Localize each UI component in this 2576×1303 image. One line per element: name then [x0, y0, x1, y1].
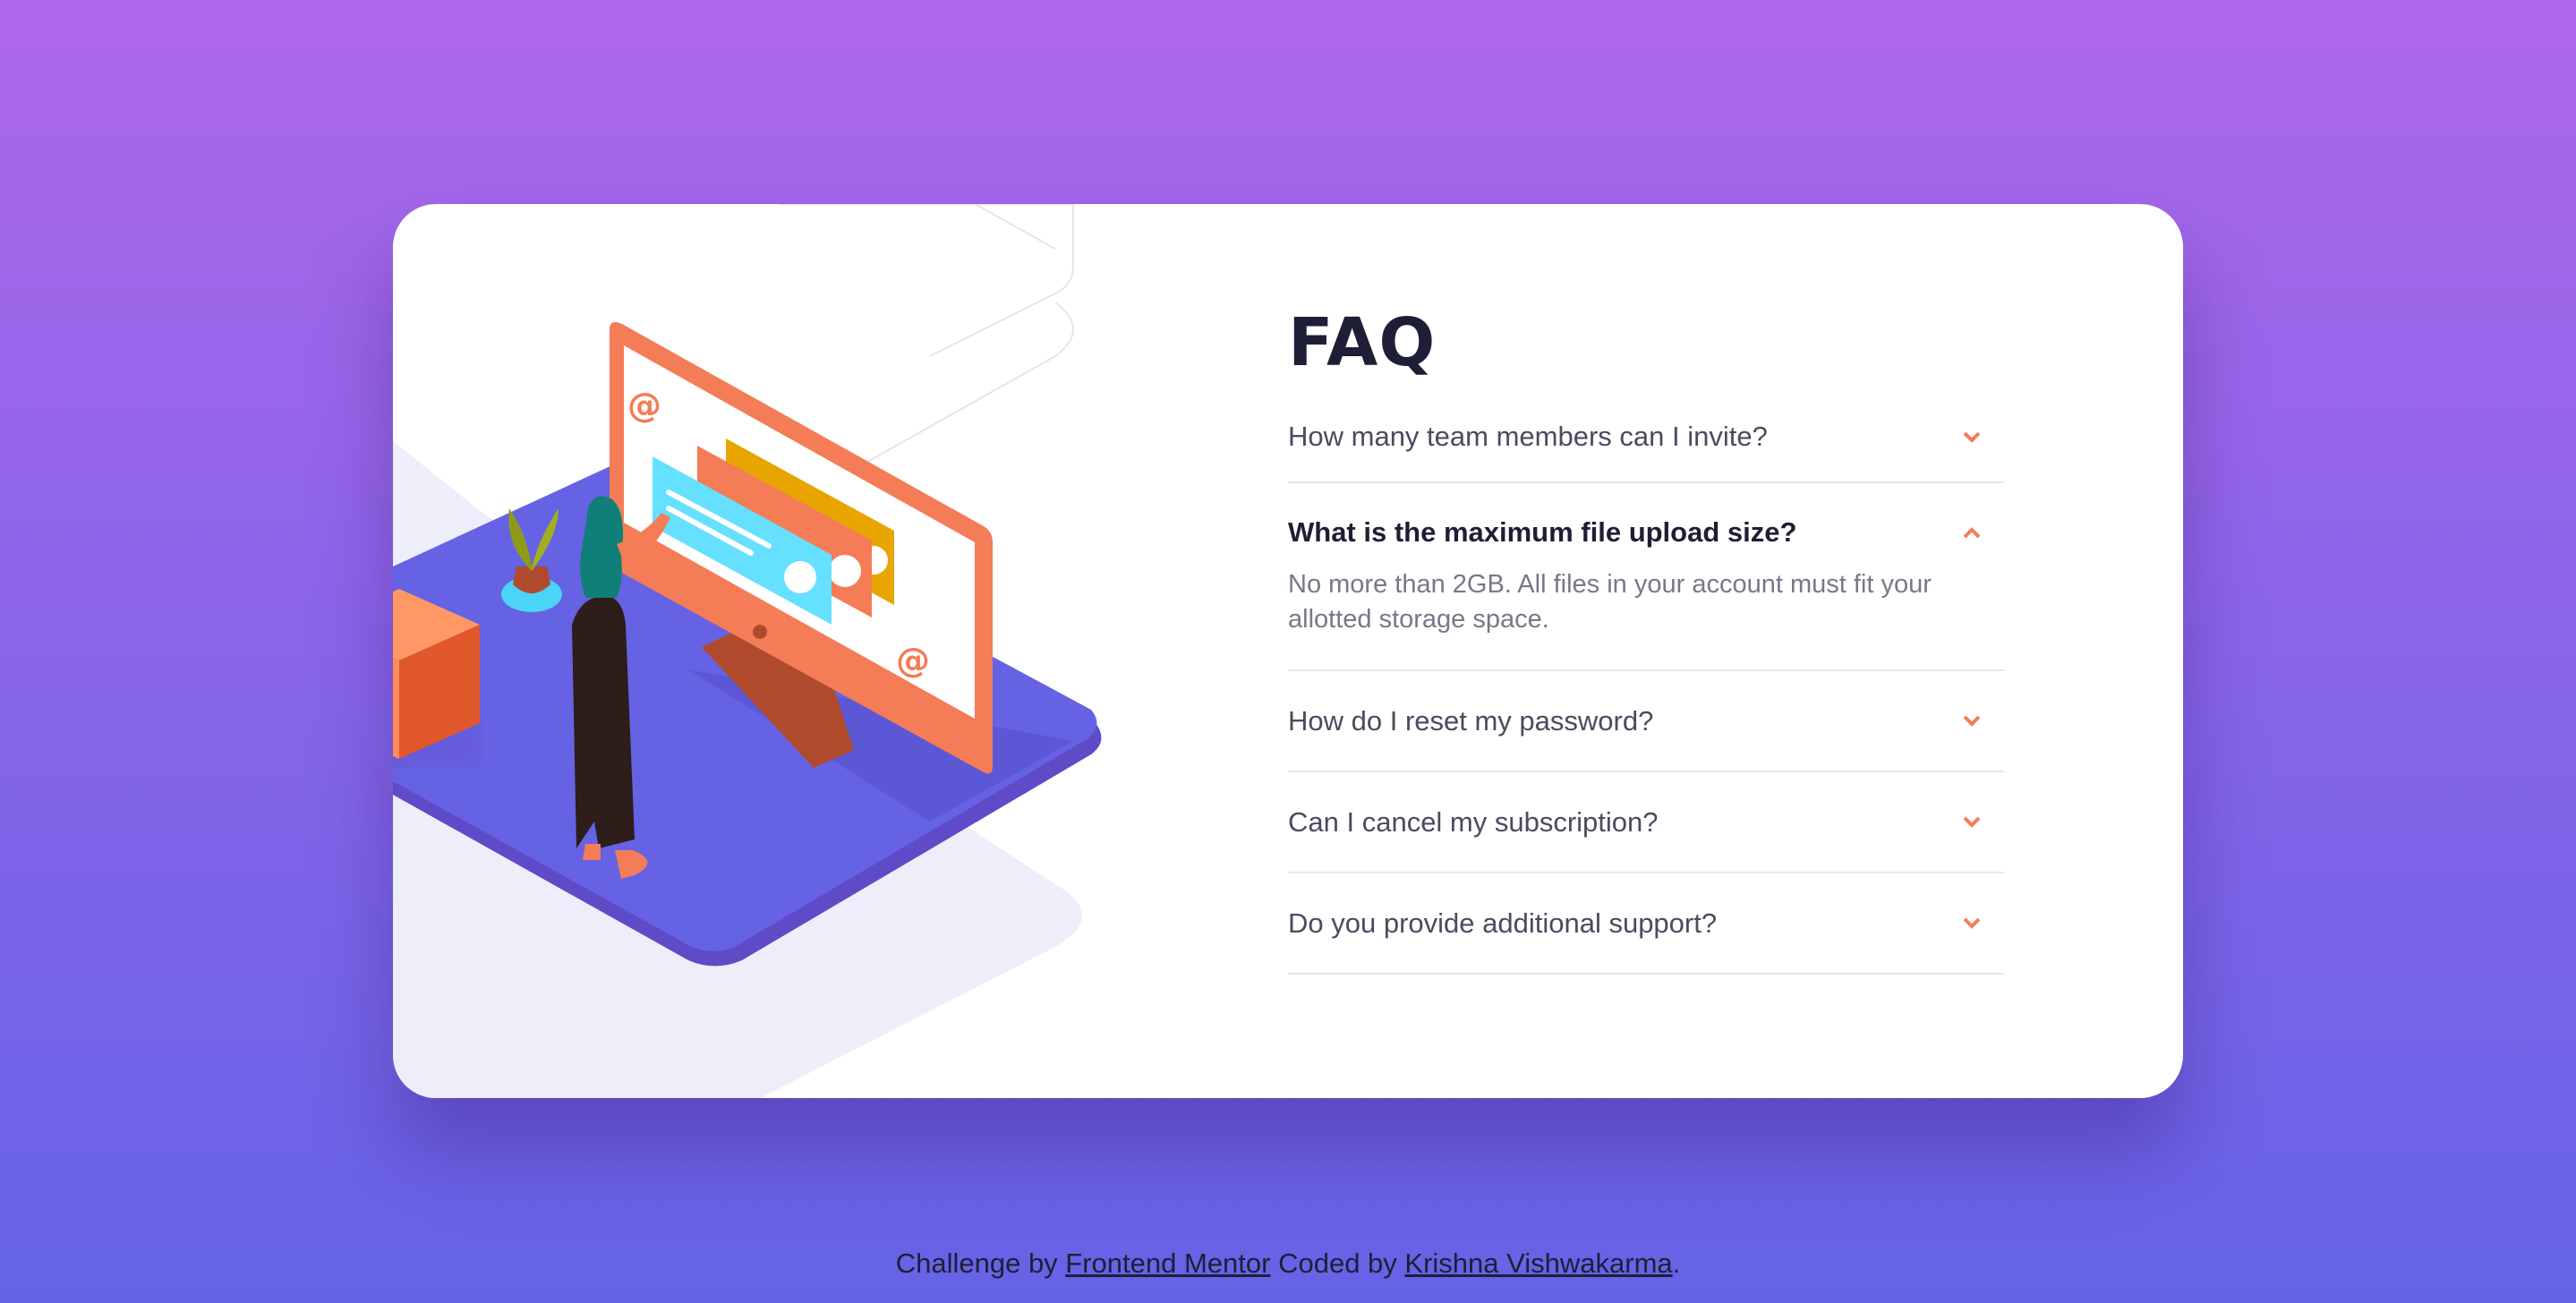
faq-item: How do I reset my password? — [1288, 671, 2004, 772]
faq-item: How many team members can I invite? — [1288, 392, 2004, 483]
faq-item: What is the maximum file upload size? No… — [1288, 483, 2004, 671]
faq-question-text: Can I cancel my subscription? — [1288, 805, 1659, 838]
faq-item: Can I cancel my subscription? — [1288, 772, 2004, 873]
chevron-down-icon — [1956, 907, 1988, 940]
faq-question-toggle[interactable]: How many team members can I invite? — [1288, 392, 2004, 481]
frontend-mentor-link[interactable]: Frontend Mentor — [1065, 1248, 1270, 1279]
faq-question-toggle[interactable]: Can I cancel my subscription? — [1288, 772, 2004, 872]
woman-online-illustration: @ @ — [393, 204, 1102, 1098]
chevron-down-icon — [1956, 705, 1988, 737]
faq-question-text: How many team members can I invite? — [1288, 421, 1768, 452]
faq-question-toggle[interactable]: Do you provide additional support? — [1288, 873, 2004, 973]
chevron-down-icon — [1956, 806, 1988, 839]
attribution-suffix: . — [1672, 1248, 1681, 1279]
faq-question-text: How do I reset my password? — [1288, 704, 1654, 737]
attribution-footer: Challenge by Frontend Mentor Coded by Kr… — [0, 1248, 2576, 1280]
attribution-middle: Coded by — [1270, 1248, 1405, 1279]
chevron-down-icon — [1956, 421, 1988, 453]
svg-text:@: @ — [896, 641, 930, 680]
chevron-up-icon — [1956, 516, 1988, 549]
faq-section: FAQ How many team members can I invite? … — [1288, 294, 2004, 975]
faq-question-text: What is the maximum file upload size? — [1288, 516, 1797, 548]
faq-card: @ @ @ FAQ How many team members can I in… — [393, 204, 2183, 1098]
faq-title: FAQ — [1288, 304, 1437, 381]
faq-question-text: Do you provide additional support? — [1288, 907, 1718, 939]
floating-box-illustration: @ — [393, 589, 484, 768]
faq-answer-text: No more than 2GB. All files in your acco… — [1288, 570, 1932, 634]
faq-question-toggle[interactable]: How do I reset my password? — [1288, 671, 2004, 771]
faq-item: Do you provide additional support? — [1288, 873, 2004, 975]
author-link[interactable]: Krishna Vishwakarma — [1404, 1248, 1672, 1279]
svg-text:@: @ — [627, 386, 661, 425]
attribution-prefix: Challenge by — [895, 1248, 1066, 1279]
